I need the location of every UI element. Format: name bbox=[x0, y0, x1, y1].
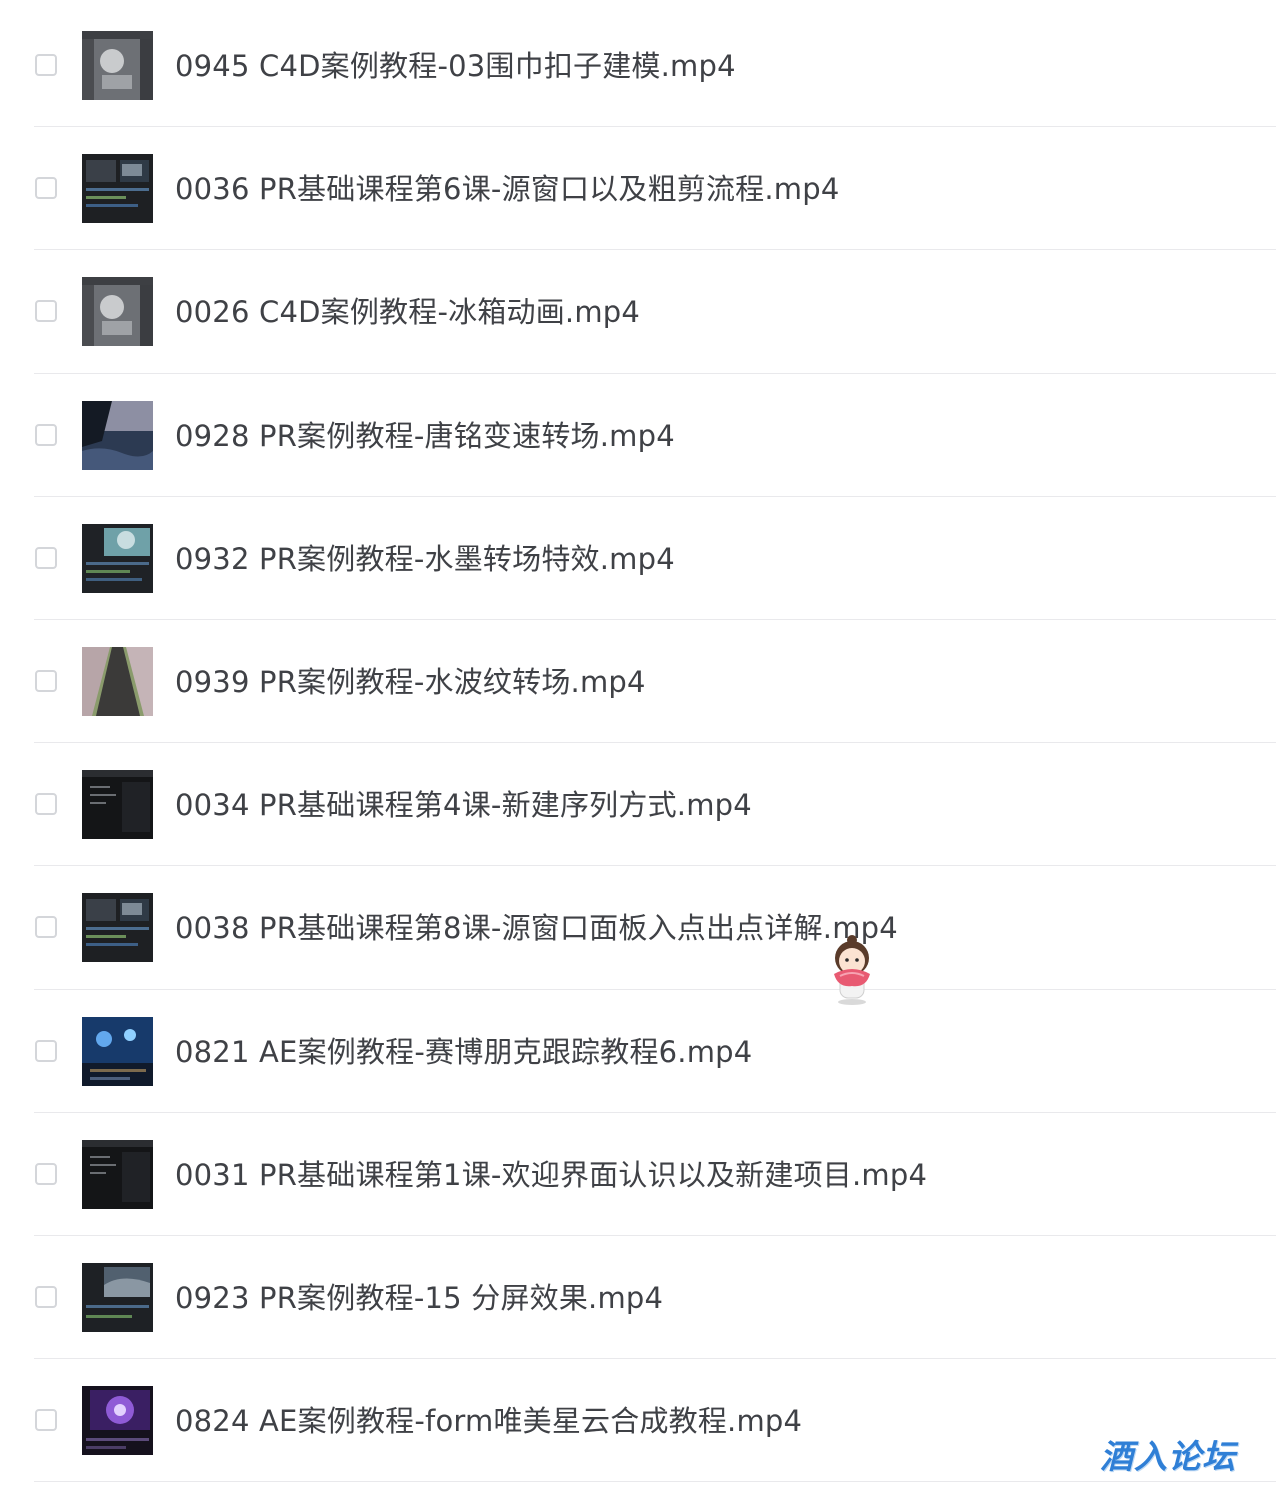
cartoon-girl-sticker bbox=[826, 934, 878, 1006]
video-thumbnail[interactable] bbox=[82, 154, 153, 224]
row-checkbox[interactable] bbox=[35, 1409, 57, 1432]
file-name[interactable]: 0026 C4D案例教程-冰箱动画.mp4 bbox=[175, 292, 640, 332]
video-thumbnail[interactable] bbox=[82, 523, 153, 593]
video-thumbnail[interactable] bbox=[82, 770, 153, 840]
video-thumbnail[interactable] bbox=[82, 1016, 153, 1086]
file-row[interactable]: 0923 PR案例教程-15 分屏效果.mp4 bbox=[0, 1236, 1276, 1360]
file-name[interactable]: 0034 PR基础课程第4课-新建序列方式.mp4 bbox=[175, 785, 752, 825]
file-list: 0945 C4D案例教程-03围巾扣子建模.mp4 0036 PR基础课程第6课… bbox=[0, 4, 1276, 1483]
file-name[interactable]: 0821 AE案例教程-赛博朋克跟踪教程6.mp4 bbox=[175, 1032, 752, 1072]
file-name[interactable]: 0932 PR案例教程-水墨转场特效.mp4 bbox=[175, 539, 675, 579]
video-thumbnail[interactable] bbox=[82, 400, 153, 470]
file-row[interactable]: 0821 AE案例教程-赛博朋克跟踪教程6.mp4 bbox=[0, 990, 1276, 1113]
file-row[interactable]: 0824 AE案例教程-form唯美星云合成教程.mp4 bbox=[0, 1359, 1276, 1483]
row-checkbox[interactable] bbox=[35, 54, 57, 76]
row-checkbox[interactable] bbox=[35, 300, 57, 323]
file-row[interactable]: 0026 C4D案例教程-冰箱动画.mp4 bbox=[0, 250, 1276, 374]
file-row[interactable]: 0928 PR案例教程-唐铭变速转场.mp4 bbox=[0, 374, 1276, 497]
file-row[interactable]: 0038 PR基础课程第8课-源窗口面板入点出点详解.mp4 bbox=[0, 866, 1276, 990]
row-checkbox[interactable] bbox=[35, 669, 57, 692]
forum-watermark: 酒入论坛 bbox=[1100, 1437, 1236, 1476]
video-thumbnail[interactable] bbox=[82, 31, 153, 100]
file-row[interactable]: 0031 PR基础课程第1课-欢迎界面认识以及新建项目.mp4 bbox=[0, 1113, 1276, 1237]
file-row[interactable]: 0939 PR案例教程-水波纹转场.mp4 bbox=[0, 620, 1276, 744]
file-row[interactable]: 0945 C4D案例教程-03围巾扣子建模.mp4 bbox=[0, 4, 1276, 128]
file-name[interactable]: 0928 PR案例教程-唐铭变速转场.mp4 bbox=[175, 416, 675, 456]
row-checkbox[interactable] bbox=[35, 793, 57, 816]
video-thumbnail[interactable] bbox=[82, 893, 153, 963]
video-thumbnail[interactable] bbox=[82, 646, 153, 716]
file-name[interactable]: 0939 PR案例教程-水波纹转场.mp4 bbox=[175, 662, 646, 702]
video-thumbnail[interactable] bbox=[82, 1139, 153, 1209]
video-thumbnail[interactable] bbox=[82, 277, 153, 347]
video-thumbnail[interactable] bbox=[82, 1386, 153, 1456]
row-checkbox[interactable] bbox=[35, 916, 57, 939]
row-checkbox[interactable] bbox=[35, 177, 57, 200]
row-checkbox[interactable] bbox=[35, 1162, 57, 1185]
file-row[interactable]: 0036 PR基础课程第6课-源窗口以及粗剪流程.mp4 bbox=[0, 127, 1276, 251]
row-checkbox[interactable] bbox=[35, 423, 57, 446]
file-row[interactable]: 0034 PR基础课程第4课-新建序列方式.mp4 bbox=[0, 743, 1276, 867]
file-name[interactable]: 0038 PR基础课程第8课-源窗口面板入点出点详解.mp4 bbox=[175, 908, 898, 948]
video-thumbnail[interactable] bbox=[82, 1262, 153, 1332]
file-name[interactable]: 0945 C4D案例教程-03围巾扣子建模.mp4 bbox=[175, 46, 736, 86]
row-checkbox[interactable] bbox=[35, 546, 57, 569]
row-checkbox[interactable] bbox=[35, 1039, 57, 1062]
row-checkbox[interactable] bbox=[35, 1285, 57, 1308]
file-name[interactable]: 0031 PR基础课程第1课-欢迎界面认识以及新建项目.mp4 bbox=[175, 1155, 927, 1195]
file-row[interactable]: 0932 PR案例教程-水墨转场特效.mp4 bbox=[0, 497, 1276, 621]
file-name[interactable]: 0036 PR基础课程第6课-源窗口以及粗剪流程.mp4 bbox=[175, 169, 840, 209]
file-name[interactable]: 0923 PR案例教程-15 分屏效果.mp4 bbox=[175, 1278, 663, 1318]
file-name[interactable]: 0824 AE案例教程-form唯美星云合成教程.mp4 bbox=[175, 1401, 802, 1441]
